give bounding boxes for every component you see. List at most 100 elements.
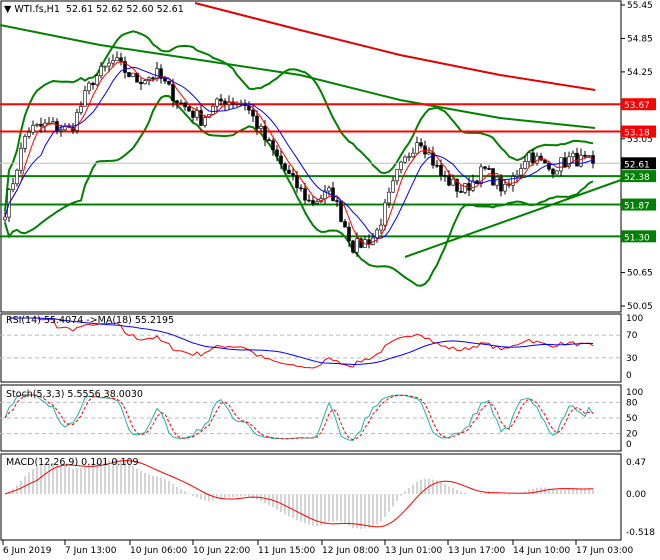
candle-body xyxy=(431,152,435,166)
candle-body xyxy=(311,200,315,204)
candle-body xyxy=(351,240,355,253)
candle-body xyxy=(427,152,431,155)
chart-header: ▼ WTI.fs,H1 52.61 52.62 52.60 52.61 xyxy=(4,4,184,15)
candle-body xyxy=(379,224,383,231)
candle-body xyxy=(35,123,39,126)
candle-body xyxy=(39,123,43,127)
candle-body xyxy=(131,72,135,77)
candle-body xyxy=(79,105,83,113)
candle-body xyxy=(91,82,95,86)
candle-body xyxy=(295,174,299,189)
candle-body xyxy=(515,174,519,177)
candle-body xyxy=(31,125,35,133)
candle-body xyxy=(75,112,79,131)
candle-body xyxy=(179,102,183,105)
candle-body xyxy=(203,117,207,126)
dropdown-triangle-icon[interactable]: ▼ xyxy=(4,4,11,15)
macd-tick-label: -0.518 xyxy=(626,528,655,538)
candle-body xyxy=(451,178,455,186)
candle-body xyxy=(527,152,531,162)
candle-body xyxy=(347,226,351,242)
candle-body xyxy=(191,110,195,118)
candle-body xyxy=(211,105,215,115)
price-tick-label: 54.25 xyxy=(627,68,653,78)
candle-body xyxy=(463,183,467,193)
stoch-tick-label: 80 xyxy=(626,398,638,408)
candle-body xyxy=(143,80,147,85)
candle-body xyxy=(531,152,535,164)
candle-body xyxy=(3,216,7,221)
stoch-label: Stoch(5,3,3) 5.5556 38.0030 xyxy=(6,389,143,400)
candle-body xyxy=(219,98,223,102)
macd-tick-label: 0.00 xyxy=(626,490,646,500)
candle-body xyxy=(459,191,463,193)
candle-body xyxy=(299,187,303,190)
candle-body xyxy=(579,154,583,167)
stoch-tick-label: 50 xyxy=(626,414,638,424)
price-tick-label: 50.05 xyxy=(627,302,653,312)
candle-body xyxy=(403,156,407,163)
candle-body xyxy=(547,162,551,170)
candle-body xyxy=(163,78,167,82)
candle-body xyxy=(395,169,399,182)
candle-body xyxy=(283,163,287,171)
price-tick-label: 50.65 xyxy=(627,269,653,279)
candle-body xyxy=(279,155,283,165)
rsi-tick-label: 0 xyxy=(626,371,632,381)
time-label: 7 Jun 13:00 xyxy=(65,546,117,556)
candle-body xyxy=(259,126,263,129)
candle-body xyxy=(307,199,311,202)
candle-body xyxy=(559,157,563,172)
time-label: 10 Jun 06:00 xyxy=(130,546,187,556)
candle-body xyxy=(119,57,123,62)
candle-body xyxy=(339,200,343,222)
candle-body xyxy=(343,221,347,228)
candle-body xyxy=(483,166,487,169)
level-price-label: 51.87 xyxy=(624,202,650,212)
candle-body xyxy=(291,173,295,176)
candle-body xyxy=(263,126,267,141)
level-price-label: 53.67 xyxy=(624,101,650,111)
candle-body xyxy=(331,187,335,201)
candle-body xyxy=(267,139,271,142)
time-label: 13 Jun 17:00 xyxy=(448,546,505,556)
macd-label: MACD(12,26,9) 0.101 0.109 xyxy=(6,457,139,468)
time-label: 14 Jun 10:00 xyxy=(513,546,570,556)
candle-body xyxy=(443,175,447,177)
time-label: 17 Jun 03:00 xyxy=(576,546,633,556)
macd-tick-label: 0.47 xyxy=(626,458,646,468)
candle-body xyxy=(447,175,451,186)
candle-body xyxy=(87,82,91,92)
candle-body xyxy=(151,77,155,80)
time-label: 6 Jun 2019 xyxy=(3,546,52,556)
candle-body xyxy=(335,200,339,202)
candle-body xyxy=(315,201,319,204)
candle-body xyxy=(107,62,111,67)
candle-body xyxy=(327,187,331,192)
chart-canvas[interactable]: 55.4554.8554.2553.0550.6550.0553.6753.18… xyxy=(0,0,660,560)
candle-body xyxy=(99,66,103,76)
candle-body xyxy=(491,168,495,186)
candle-body xyxy=(95,75,99,86)
level-price-label: 51.30 xyxy=(624,233,650,243)
candle-body xyxy=(255,115,259,129)
price-tick-label: 54.85 xyxy=(627,34,653,44)
level-price-label: 52.61 xyxy=(624,160,650,170)
level-price-label: 53.18 xyxy=(624,129,650,139)
candle-body xyxy=(23,136,27,149)
candle-body xyxy=(551,168,555,175)
candle-body xyxy=(183,102,187,108)
candle-body xyxy=(111,60,115,64)
candle-body xyxy=(503,183,507,192)
candle-body xyxy=(519,168,523,176)
rsi-tick-label: 100 xyxy=(626,314,643,324)
rsi-tick-label: 70 xyxy=(626,331,638,341)
candle-body xyxy=(167,80,171,85)
candle-body xyxy=(127,72,131,77)
candle-body xyxy=(407,156,411,158)
candle-body xyxy=(555,170,559,175)
candle-body xyxy=(495,176,499,186)
candle-body xyxy=(51,121,55,124)
candle-body xyxy=(275,149,279,157)
time-label: 11 Jun 15:00 xyxy=(258,546,315,556)
